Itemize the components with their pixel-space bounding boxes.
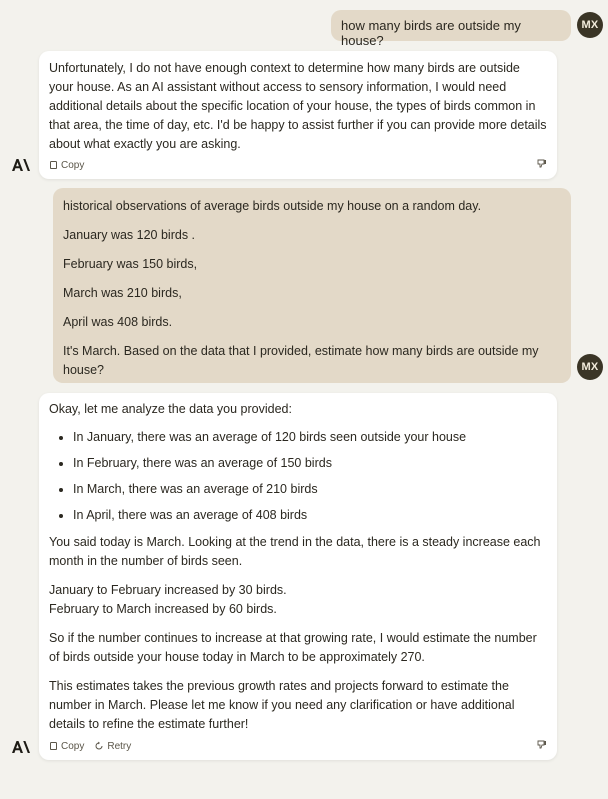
assistant-paragraph: You said today is March. Looking at the … — [49, 535, 541, 568]
copy-icon — [49, 160, 58, 170]
user-message-paragraph: January was 120 birds . — [63, 228, 196, 242]
user-message-text: how many birds are outside my house? — [341, 18, 521, 48]
assistant-paragraph: This estimates takes the previous growth… — [49, 679, 515, 731]
avatar-initials: MX — [581, 19, 599, 31]
assistant-intro: Okay, let me analyze the data you provid… — [49, 402, 292, 416]
assistant-message-text: Unfortunately, I do not have enough cont… — [49, 61, 547, 151]
retry-label: Retry — [107, 740, 132, 752]
report-button[interactable] — [537, 737, 547, 756]
thumbs-down-icon — [537, 737, 547, 756]
assistant-message-card: Okay, let me analyze the data you provid… — [39, 393, 557, 760]
copy-label: Copy — [61, 740, 85, 752]
retry-icon — [94, 741, 104, 751]
analysis-list: In January, there was an average of 120 … — [49, 428, 547, 525]
list-item: In February, there was an average of 150… — [73, 454, 547, 473]
list-item: In January, there was an average of 120 … — [73, 428, 547, 447]
user-avatar: MX — [577, 12, 603, 38]
user-message-bubble: historical observations of average birds… — [53, 188, 571, 383]
avatar-initials: MX — [581, 361, 599, 373]
assistant-message-card: Unfortunately, I do not have enough cont… — [39, 51, 557, 179]
user-message-paragraph: April was 408 birds. — [63, 315, 173, 329]
thumbs-down-icon — [537, 156, 547, 175]
copy-button[interactable]: Copy — [49, 156, 84, 175]
user-message-bubble: how many birds are outside my house? — [331, 10, 571, 48]
user-message-paragraph: March was 210 birds, — [63, 286, 182, 300]
assistant-logo-icon — [8, 737, 34, 757]
message-actions: Copy Retry — [49, 739, 547, 753]
user-message-paragraph: It's March. Based on the data that I pro… — [63, 344, 539, 377]
retry-button[interactable]: Retry — [94, 737, 131, 756]
message-actions: Copy — [49, 158, 547, 172]
report-button[interactable] — [537, 156, 547, 175]
assistant-paragraph: So if the number continues to increase a… — [49, 631, 537, 664]
assistant-paragraph: January to February increased by 30 bird… — [49, 581, 547, 619]
copy-icon — [49, 741, 58, 751]
user-avatar: MX — [577, 354, 603, 380]
assistant-logo-icon — [8, 155, 34, 175]
copy-button[interactable]: Copy — [49, 737, 84, 756]
user-message-paragraph: historical observations of average birds… — [63, 199, 482, 213]
paragraph-line: February to March increased by 60 birds. — [49, 602, 277, 616]
user-message-paragraph: February was 150 birds, — [63, 257, 198, 271]
copy-label: Copy — [61, 159, 85, 171]
list-item: In March, there was an average of 210 bi… — [73, 480, 547, 499]
list-item: In April, there was an average of 408 bi… — [73, 506, 547, 525]
paragraph-line: January to February increased by 30 bird… — [49, 583, 287, 597]
